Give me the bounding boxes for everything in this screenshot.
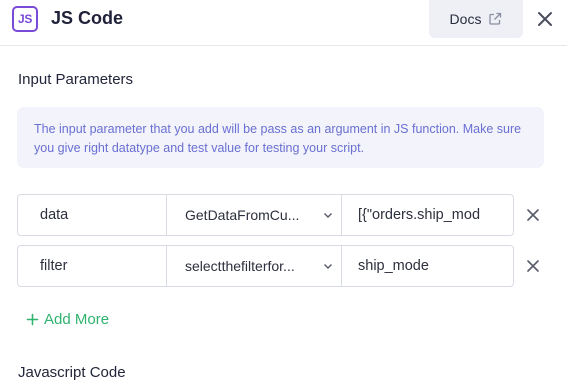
parameter-source-select[interactable]: GetDataFromCu... (167, 195, 342, 235)
input-parameters-heading: Input Parameters (18, 71, 134, 88)
parameter-name-input[interactable]: filter (18, 246, 167, 286)
parameter-source-select[interactable]: selectthefilterfor... (167, 246, 342, 286)
javascript-code-heading: Javascript Code (18, 364, 126, 381)
parameter-row: data GetDataFromCu... [{"orders.ship_mod (17, 194, 514, 236)
modal-header: JS JS Code Docs (0, 0, 567, 46)
add-more-button[interactable]: Add More (26, 311, 109, 328)
parameter-name-input[interactable]: data (18, 195, 167, 235)
parameter-source-value: selectthefilterfor... (185, 258, 295, 274)
parameter-source-value: GetDataFromCu... (185, 207, 300, 223)
js-logo-icon: JS (12, 6, 38, 32)
info-note: The input parameter that you add will be… (17, 107, 544, 168)
docs-button-label: Docs (449, 11, 482, 27)
page-title: JS Code (51, 8, 124, 28)
parameter-value-input[interactable]: ship_mode (342, 246, 513, 286)
add-more-label: Add More (44, 311, 110, 328)
close-icon[interactable] (535, 9, 555, 29)
external-link-icon (489, 12, 502, 25)
chevron-down-icon (324, 264, 332, 269)
chevron-down-icon (324, 213, 332, 218)
parameter-row: filter selectthefilterfor... ship_mode (17, 245, 514, 287)
plus-icon (26, 313, 39, 326)
parameter-value-input[interactable]: [{"orders.ship_mod (342, 195, 513, 235)
docs-button[interactable]: Docs (429, 0, 523, 38)
remove-row-icon[interactable] (525, 258, 541, 274)
remove-row-icon[interactable] (525, 207, 541, 223)
